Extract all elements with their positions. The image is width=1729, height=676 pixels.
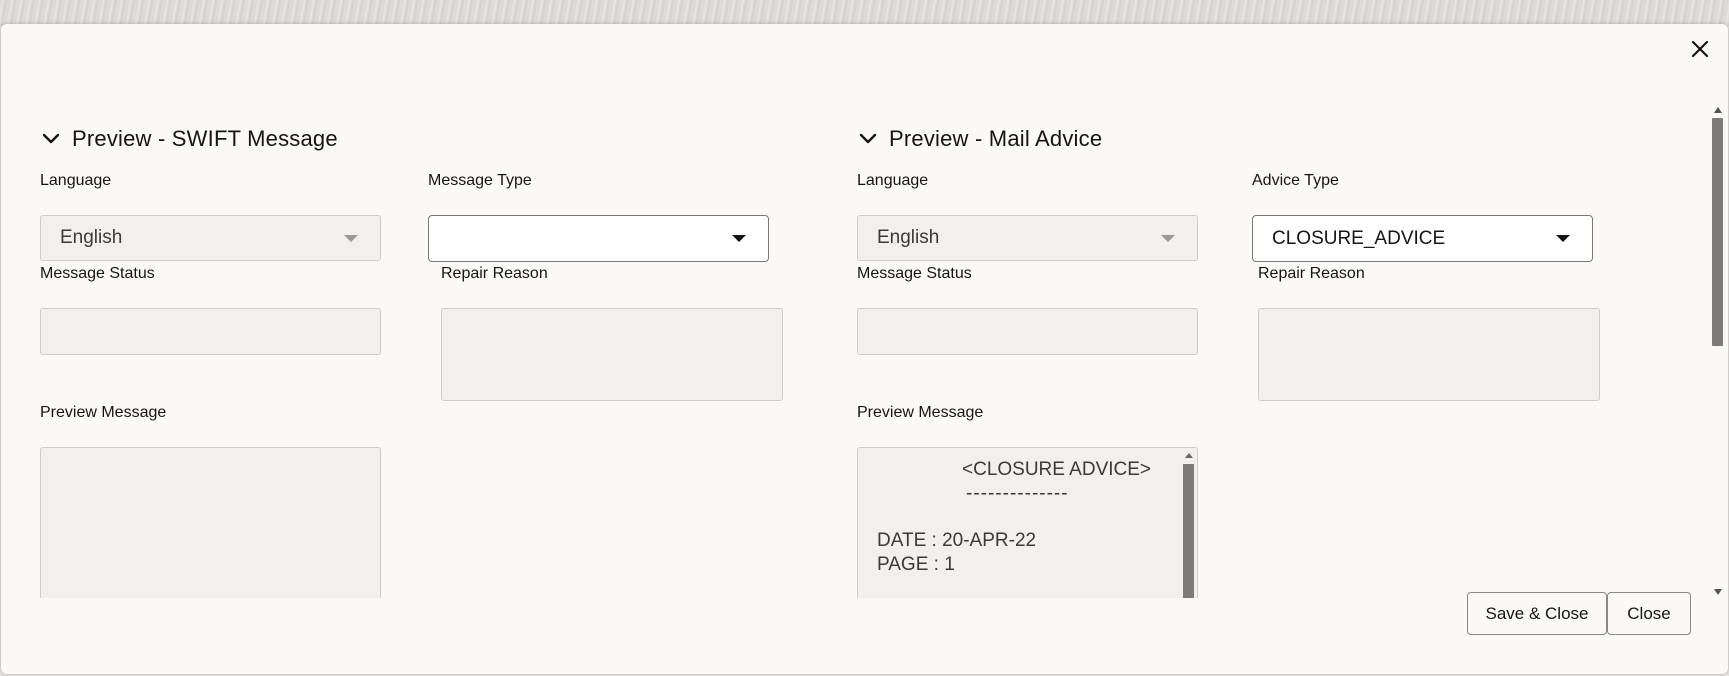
- swift-message-type-label: Message Type: [428, 172, 532, 189]
- close-button[interactable]: Close: [1607, 592, 1691, 635]
- mail-advice-type-value: CLOSURE_ADVICE: [1272, 227, 1446, 249]
- mail-preview-label: Preview Message: [857, 404, 984, 421]
- mail-repair-reason-field: [1258, 308, 1600, 401]
- swift-message-status-field: [40, 308, 381, 355]
- mail-message-status-field: [857, 308, 1198, 355]
- mail-language-label: Language: [857, 172, 929, 189]
- swift-language-value: English: [60, 227, 123, 248]
- scroll-up-arrow-icon[interactable]: [1185, 453, 1193, 458]
- mail-section-title: Preview - Mail Advice: [889, 126, 1103, 151]
- preview-line-rule: --------------: [966, 483, 1069, 504]
- preview-dialog: Preview - SWIFT Message Language English…: [1, 24, 1728, 674]
- dialog-content: Preview - SWIFT Message Language English…: [1, 104, 1701, 598]
- swift-repair-reason-field: [441, 308, 783, 401]
- chevron-down-icon: [42, 133, 60, 144]
- dialog-scrollbar[interactable]: [1709, 104, 1725, 598]
- swift-section-title: Preview - SWIFT Message: [72, 126, 338, 151]
- chevron-down-icon: [859, 133, 877, 144]
- background-texture: [0, 0, 1729, 26]
- swift-language-select: English: [40, 215, 381, 261]
- dialog-close-button[interactable]: [1685, 34, 1715, 64]
- preview-line-date: DATE : 20-APR-22: [877, 530, 1037, 551]
- swift-language-label: Language: [40, 172, 112, 189]
- mail-section-header[interactable]: Preview - Mail Advice: [857, 126, 1102, 152]
- swift-preview-label: Preview Message: [40, 404, 167, 421]
- swift-section-header[interactable]: Preview - SWIFT Message: [40, 126, 338, 152]
- scroll-down-arrow-icon[interactable]: [1714, 589, 1722, 595]
- mail-preview-field[interactable]: <CLOSURE ADVICE> -------------- DATE : 2…: [857, 447, 1198, 598]
- caret-down-icon: [1556, 235, 1570, 242]
- preview-line-page: PAGE : 1: [877, 554, 955, 575]
- mail-language-value: English: [877, 227, 940, 248]
- mail-language-select: English: [857, 215, 1198, 261]
- swift-message-type-select[interactable]: [428, 215, 769, 262]
- close-icon: [1691, 40, 1709, 58]
- caret-down-icon: [344, 235, 358, 242]
- mail-message-status-label: Message Status: [857, 265, 972, 282]
- caret-down-icon: [1161, 235, 1175, 242]
- preview-line-title: <CLOSURE ADVICE>: [962, 459, 1152, 480]
- mail-advice-type-label: Advice Type: [1252, 172, 1339, 189]
- scroll-up-arrow-icon[interactable]: [1714, 107, 1722, 113]
- swift-repair-reason-label: Repair Reason: [441, 265, 548, 282]
- mail-repair-reason-label: Repair Reason: [1258, 265, 1365, 282]
- preview-scrollbar-thumb[interactable]: [1183, 464, 1194, 598]
- save-close-button[interactable]: Save & Close: [1467, 592, 1607, 635]
- caret-down-icon: [732, 235, 746, 242]
- swift-preview-field: [40, 447, 381, 598]
- swift-message-status-label: Message Status: [40, 265, 155, 282]
- mail-advice-type-select[interactable]: CLOSURE_ADVICE: [1252, 215, 1593, 262]
- dialog-scrollbar-thumb[interactable]: [1712, 118, 1723, 346]
